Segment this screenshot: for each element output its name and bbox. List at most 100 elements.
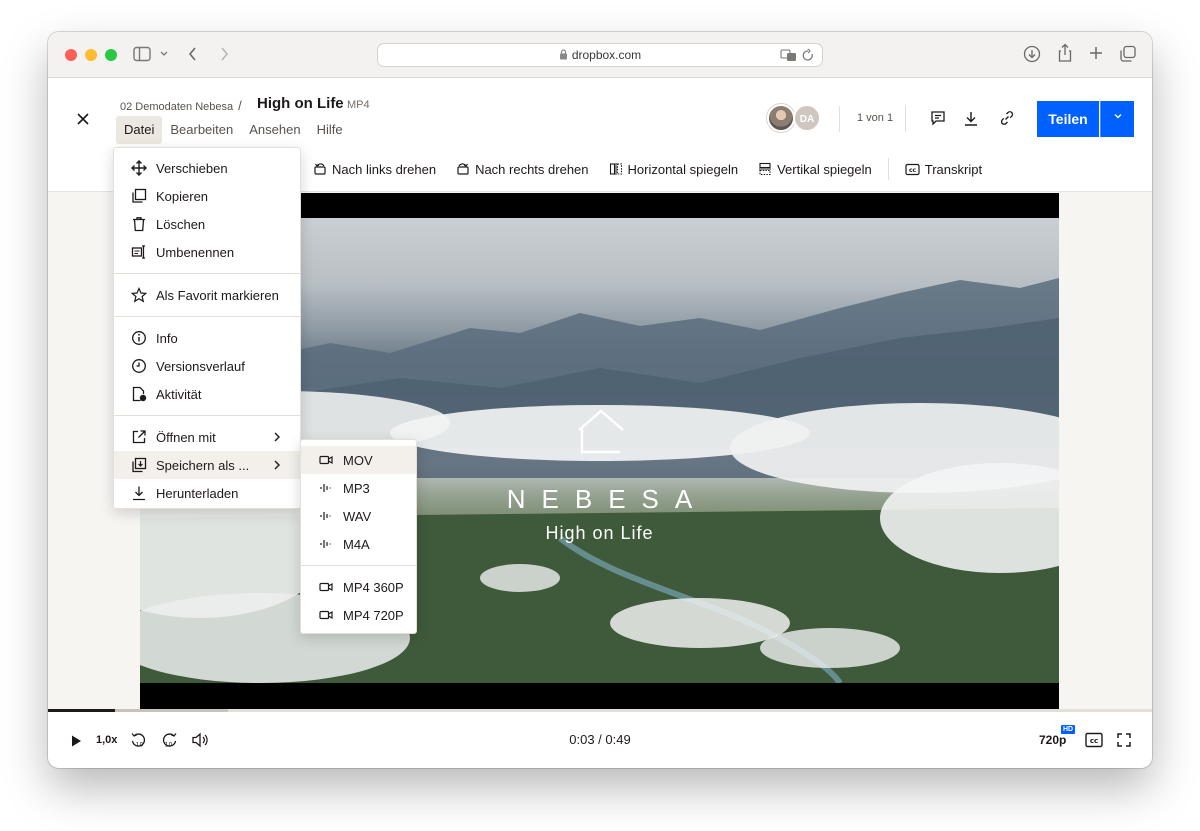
video-icon (318, 579, 334, 595)
menu-item-favorite[interactable]: Als Favorit markieren (114, 281, 300, 309)
flip-vertical-button[interactable]: Vertikal spiegeln (758, 162, 872, 177)
close-preview-button[interactable] (72, 108, 94, 130)
lock-icon (559, 45, 568, 67)
rename-icon (131, 244, 147, 260)
menu-item-label: Als Favorit markieren (156, 287, 279, 303)
quality-selector[interactable]: 720p (1039, 733, 1066, 747)
comment-icon[interactable] (929, 109, 947, 127)
menu-item-activity[interactable]: Aktivität (114, 380, 300, 408)
rotate-left-icon (314, 163, 326, 175)
action-label: Horizontal spiegeln (627, 161, 739, 177)
divider (905, 106, 906, 132)
share-dropdown-button[interactable] (1100, 101, 1134, 137)
downloads-icon[interactable] (1023, 45, 1041, 63)
back-icon[interactable] (187, 45, 199, 63)
action-label: Transkript (924, 161, 983, 177)
menu-item-move[interactable]: Verschieben (114, 154, 300, 182)
trash-icon (131, 216, 147, 232)
menu-divider (301, 565, 416, 566)
file-extension: MP4 (347, 99, 370, 111)
menu-item-label: Kopieren (156, 188, 209, 204)
save-as-mp4-720p[interactable]: MP4 720P (301, 601, 416, 629)
video-icon (318, 452, 334, 468)
menu-hilfe[interactable]: Hilfe (309, 116, 351, 144)
menu-item-label: Speichern als ... (156, 457, 250, 473)
action-label: Vertikal spiegeln (777, 161, 872, 177)
audio-icon (318, 508, 334, 524)
menu-item-open-with[interactable]: Öffnen mit (114, 423, 300, 451)
breadcrumb-folder[interactable]: 02 Demodaten Nebesa (120, 101, 233, 113)
download-icon[interactable] (962, 109, 980, 127)
close-window-button[interactable] (65, 49, 77, 61)
new-tab-icon[interactable] (1088, 45, 1104, 61)
fullscreen-icon[interactable] (1116, 732, 1132, 753)
minimize-window-button[interactable] (85, 49, 97, 61)
avatar[interactable] (767, 104, 795, 132)
menu-item-label: Umbenennen (156, 244, 235, 260)
divider (839, 106, 840, 132)
file-title: High on Life (257, 95, 344, 112)
chevron-down-icon[interactable] (159, 47, 169, 61)
menu-item-save-as[interactable]: Speichern als ... (114, 451, 300, 479)
sidebar-toggle-icon[interactable] (133, 46, 151, 62)
flip-horizontal-button[interactable]: Horizontal spiegeln (609, 161, 739, 177)
menu-datei[interactable]: Datei (116, 116, 163, 144)
menu-item-label: Löschen (156, 216, 206, 232)
breadcrumb-separator: / (238, 98, 242, 113)
submenu-item-label: M4A (343, 536, 370, 552)
save-as-wav[interactable]: WAV (301, 502, 416, 530)
tab-overview-icon[interactable] (1119, 45, 1137, 63)
flip-horizontal-icon (609, 163, 622, 175)
forward-icon[interactable] (218, 45, 230, 63)
submenu-item-label: MP3 (343, 480, 370, 496)
translate-reload-icons[interactable] (780, 48, 814, 66)
star-icon (131, 287, 147, 303)
download-icon (131, 485, 147, 501)
browser-toolbar: dropbox.com (48, 32, 1152, 78)
menu-item-label: Versionsverlauf (156, 358, 245, 374)
avatar-initials[interactable]: DA (793, 104, 821, 132)
menubar: Datei Bearbeiten Ansehen Hilfe (116, 116, 351, 144)
submenu-item-label: WAV (343, 508, 372, 524)
save-as-mp3[interactable]: MP3 (301, 474, 416, 502)
house-logo-icon (578, 409, 624, 454)
share-button[interactable]: Teilen (1037, 101, 1099, 137)
menu-item-download[interactable]: Herunterladen (114, 479, 300, 507)
save-as-submenu: MOV MP3 WAV M4A MP4 360P MP4 720P (300, 439, 417, 634)
share-page-icon[interactable] (1057, 43, 1073, 63)
zoom-window-button[interactable] (105, 49, 117, 61)
svg-text:cc: cc (909, 167, 917, 174)
video-tagline: High on Life (545, 523, 654, 543)
save-as-m4a[interactable]: M4A (301, 530, 416, 558)
menu-ansehen[interactable]: Ansehen (241, 116, 308, 144)
menu-item-delete[interactable]: Löschen (114, 210, 300, 238)
file-menu: Verschieben Kopieren Löschen Umbenennen … (113, 147, 301, 509)
rotate-right-icon (457, 163, 469, 175)
link-icon[interactable] (998, 109, 1016, 127)
menu-divider (114, 273, 300, 274)
menu-item-version-history[interactable]: Versionsverlauf (114, 352, 300, 380)
transcript-button[interactable]: cc Transkript (905, 162, 982, 177)
rotate-right-button[interactable]: Nach rechts drehen (456, 161, 589, 177)
menu-divider (114, 316, 300, 317)
hd-badge: HD (1061, 725, 1076, 734)
player-controls: 1,0x 10 10 0:03 / 0:49 720p HD cc (48, 712, 1152, 768)
rotate-left-button[interactable]: Nach links drehen (313, 162, 436, 177)
address-bar[interactable]: dropbox.com (377, 43, 823, 67)
history-icon (131, 358, 147, 374)
captions-icon[interactable]: cc (1085, 732, 1103, 753)
menu-item-label: Info (156, 330, 178, 346)
transcript-icon: cc (905, 163, 920, 175)
save-as-mov[interactable]: MOV (301, 446, 416, 474)
menu-item-info[interactable]: Info (114, 324, 300, 352)
move-icon (131, 160, 147, 176)
menu-bearbeiten[interactable]: Bearbeiten (162, 116, 241, 144)
save-as-mp4-360p[interactable]: MP4 360P (301, 573, 416, 601)
submenu-item-label: MP4 360P (343, 579, 404, 595)
action-label: Nach rechts drehen (475, 161, 589, 177)
menu-item-copy[interactable]: Kopieren (114, 182, 300, 210)
submenu-item-label: MP4 720P (343, 607, 404, 623)
menu-item-label: Verschieben (156, 160, 228, 176)
menu-divider (114, 415, 300, 416)
menu-item-rename[interactable]: Umbenennen (114, 238, 300, 266)
